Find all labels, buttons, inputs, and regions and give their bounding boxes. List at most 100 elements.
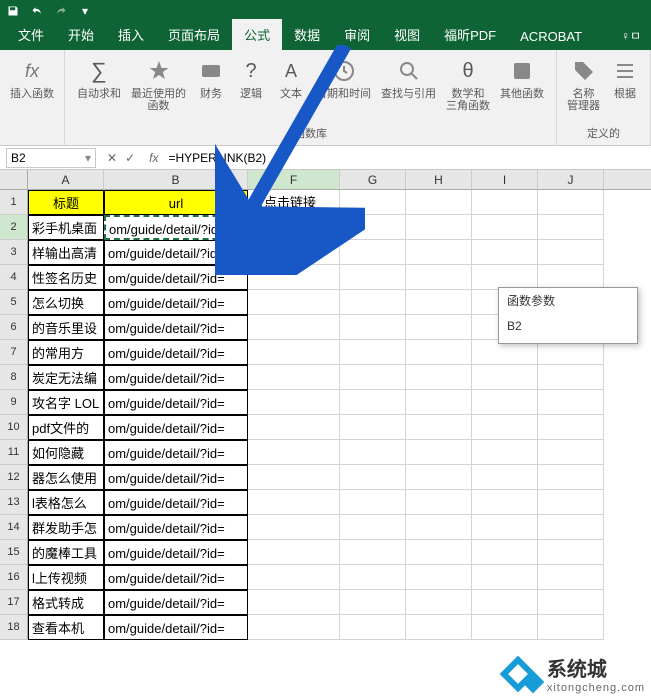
- cell-G16[interactable]: [340, 565, 406, 590]
- cell-A15[interactable]: 的魔棒工具: [28, 540, 104, 565]
- math-button[interactable]: θ数学和 三角函数: [442, 54, 494, 114]
- cell-F16[interactable]: [248, 565, 340, 590]
- cell-B8[interactable]: om/guide/detail/?id=: [104, 365, 248, 390]
- row-15[interactable]: 15: [0, 540, 28, 565]
- tab-formula[interactable]: 公式: [232, 19, 282, 50]
- col-I[interactable]: I: [472, 170, 538, 189]
- cell-F13[interactable]: [248, 490, 340, 515]
- cell-I16[interactable]: [472, 565, 538, 590]
- cell-G7[interactable]: [340, 340, 406, 365]
- row-4[interactable]: 4: [0, 265, 28, 290]
- cell-I17[interactable]: [472, 590, 538, 615]
- cell-J18[interactable]: [538, 615, 604, 640]
- cell-B10[interactable]: om/guide/detail/?id=: [104, 415, 248, 440]
- cell-I12[interactable]: [472, 465, 538, 490]
- cell-B12[interactable]: om/guide/detail/?id=: [104, 465, 248, 490]
- cell-F14[interactable]: [248, 515, 340, 540]
- accept-icon[interactable]: ✓: [125, 151, 135, 165]
- cell-G2[interactable]: [340, 215, 406, 240]
- tab-layout[interactable]: 页面布局: [156, 19, 232, 50]
- row-6[interactable]: 6: [0, 315, 28, 340]
- cell-G17[interactable]: [340, 590, 406, 615]
- save-icon[interactable]: [6, 4, 20, 18]
- cell-G10[interactable]: [340, 415, 406, 440]
- col-A[interactable]: A: [28, 170, 104, 189]
- cell-I1[interactable]: [472, 190, 538, 215]
- cell-I18[interactable]: [472, 615, 538, 640]
- cell-H18[interactable]: [406, 615, 472, 640]
- cell-J2[interactable]: [538, 215, 604, 240]
- row-18[interactable]: 18: [0, 615, 28, 640]
- row-5[interactable]: 5: [0, 290, 28, 315]
- cell-I8[interactable]: [472, 365, 538, 390]
- cell-I15[interactable]: [472, 540, 538, 565]
- col-G[interactable]: G: [340, 170, 406, 189]
- autosum-button[interactable]: ∑自动求和: [73, 54, 125, 114]
- cell-B11[interactable]: om/guide/detail/?id=: [104, 440, 248, 465]
- cell-G6[interactable]: [340, 315, 406, 340]
- cell-G1[interactable]: [340, 190, 406, 215]
- cell-H10[interactable]: [406, 415, 472, 440]
- cell-J13[interactable]: [538, 490, 604, 515]
- cell-F9[interactable]: [248, 390, 340, 415]
- cancel-icon[interactable]: ✕: [107, 151, 117, 165]
- cell-B9[interactable]: om/guide/detail/?id=: [104, 390, 248, 415]
- row-16[interactable]: 16: [0, 565, 28, 590]
- cell-G5[interactable]: [340, 290, 406, 315]
- cell-J16[interactable]: [538, 565, 604, 590]
- cell-A5[interactable]: 怎么切换: [28, 290, 104, 315]
- cell-I13[interactable]: [472, 490, 538, 515]
- tab-foxit[interactable]: 福昕PDF: [432, 19, 508, 50]
- cell-B6[interactable]: om/guide/detail/?id=: [104, 315, 248, 340]
- redo-icon[interactable]: [54, 4, 68, 18]
- row-2[interactable]: 2: [0, 215, 28, 240]
- tab-file[interactable]: 文件: [6, 19, 56, 50]
- datetime-button[interactable]: 日期和时间: [312, 54, 375, 114]
- cell-B5[interactable]: om/guide/detail/?id=: [104, 290, 248, 315]
- cell-H7[interactable]: [406, 340, 472, 365]
- chevron-down-icon[interactable]: ▾: [85, 151, 91, 165]
- cell-A13[interactable]: l表格怎么: [28, 490, 104, 515]
- cell-H2[interactable]: [406, 215, 472, 240]
- name-manager-button[interactable]: 名称 管理器: [563, 54, 604, 114]
- cell-F2[interactable]: RLINK(B2): [248, 215, 340, 240]
- cell-F12[interactable]: [248, 465, 340, 490]
- cell-J15[interactable]: [538, 540, 604, 565]
- tab-home[interactable]: 开始: [56, 19, 106, 50]
- cell-F5[interactable]: [248, 290, 340, 315]
- cell-J1[interactable]: [538, 190, 604, 215]
- other-fn-button[interactable]: 其他函数: [496, 54, 548, 114]
- cell-J10[interactable]: [538, 415, 604, 440]
- col-H[interactable]: H: [406, 170, 472, 189]
- cell-I2[interactable]: [472, 215, 538, 240]
- cell-B18[interactable]: om/guide/detail/?id=: [104, 615, 248, 640]
- financial-button[interactable]: 财务: [192, 54, 230, 114]
- cell-G9[interactable]: [340, 390, 406, 415]
- cell-B14[interactable]: om/guide/detail/?id=: [104, 515, 248, 540]
- cell-A9[interactable]: 攻名字 LOL: [28, 390, 104, 415]
- cell-H15[interactable]: [406, 540, 472, 565]
- formula-input[interactable]: [164, 148, 651, 168]
- cell-F3[interactable]: [248, 240, 340, 265]
- cell-A1[interactable]: 标题: [28, 190, 104, 215]
- lookup-button[interactable]: 查找与引用: [377, 54, 440, 114]
- cell-G11[interactable]: [340, 440, 406, 465]
- from-selection-button[interactable]: 根据: [606, 54, 644, 114]
- row-8[interactable]: 8: [0, 365, 28, 390]
- cell-F6[interactable]: [248, 315, 340, 340]
- cell-I10[interactable]: [472, 415, 538, 440]
- tab-insert[interactable]: 插入: [106, 19, 156, 50]
- cell-B4[interactable]: om/guide/detail/?id=: [104, 265, 248, 290]
- cell-A4[interactable]: 性签名历史: [28, 265, 104, 290]
- cell-J11[interactable]: [538, 440, 604, 465]
- col-B[interactable]: B: [104, 170, 248, 189]
- cell-F11[interactable]: [248, 440, 340, 465]
- cell-B1[interactable]: url: [104, 190, 248, 215]
- fx-label-icon[interactable]: fx: [143, 151, 164, 165]
- logical-button[interactable]: ?逻辑: [232, 54, 270, 114]
- cell-H8[interactable]: [406, 365, 472, 390]
- cell-I11[interactable]: [472, 440, 538, 465]
- cell-H3[interactable]: [406, 240, 472, 265]
- cell-I9[interactable]: [472, 390, 538, 415]
- tab-acrobat[interactable]: ACROBAT: [508, 23, 594, 50]
